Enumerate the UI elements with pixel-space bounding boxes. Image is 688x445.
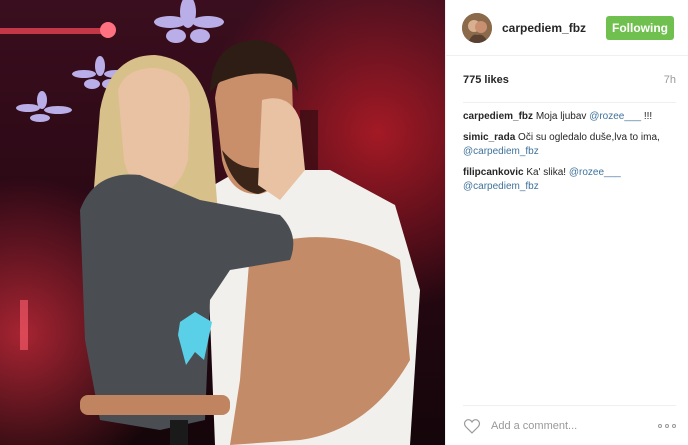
comment-list: carpediem_fbz Moja ljubav @rozee___ !!! … bbox=[446, 103, 688, 194]
post-stats: 775 likes 7h bbox=[463, 72, 676, 103]
likes-count[interactable]: 775 likes bbox=[463, 74, 509, 86]
comment-text: Oči su ogledalo duše,lva to ima, bbox=[518, 132, 660, 143]
avatar-image bbox=[462, 12, 492, 43]
add-comment-input[interactable]: Add a comment... bbox=[491, 420, 658, 432]
post-author-username[interactable]: carpediem_fbz bbox=[502, 21, 606, 35]
comment-mention[interactable]: @rozee___ bbox=[569, 167, 621, 178]
comment-text: Ka' slika! bbox=[526, 167, 567, 178]
comment-item: filipcankovic Ka' slika! @rozee___ @carp… bbox=[463, 166, 676, 194]
comment-username[interactable]: carpediem_fbz bbox=[463, 111, 533, 122]
instagram-post: carpediem_fbz Following 775 likes 7h car… bbox=[0, 0, 688, 445]
following-button[interactable]: Following bbox=[606, 15, 674, 40]
comment-suffix: !!! bbox=[643, 111, 653, 122]
comment-mention[interactable]: @rozee___ bbox=[589, 111, 641, 122]
post-sidebar: carpediem_fbz Following 775 likes 7h car… bbox=[445, 0, 688, 445]
comment-footer: Add a comment... bbox=[463, 405, 676, 445]
post-timestamp[interactable]: 7h bbox=[664, 74, 676, 86]
post-photo[interactable] bbox=[0, 0, 445, 445]
comment-mention[interactable]: @carpediem_fbz bbox=[463, 181, 539, 192]
comment-item: carpediem_fbz Moja ljubav @rozee___ !!! bbox=[463, 110, 676, 124]
comment-mention[interactable]: @carpediem_fbz bbox=[463, 146, 539, 157]
comment-text: Moja ljubav bbox=[535, 111, 587, 122]
post-photo-image bbox=[0, 0, 445, 445]
comment-username[interactable]: filipcankovic bbox=[463, 167, 524, 178]
post-header: carpediem_fbz Following bbox=[446, 0, 688, 56]
avatar[interactable] bbox=[462, 12, 492, 43]
heart-outline-icon[interactable] bbox=[463, 418, 481, 434]
comment-item: simic_rada Oči su ogledalo duše,lva to i… bbox=[463, 131, 676, 159]
more-options-icon[interactable] bbox=[658, 423, 676, 428]
comment-username[interactable]: simic_rada bbox=[463, 132, 515, 143]
